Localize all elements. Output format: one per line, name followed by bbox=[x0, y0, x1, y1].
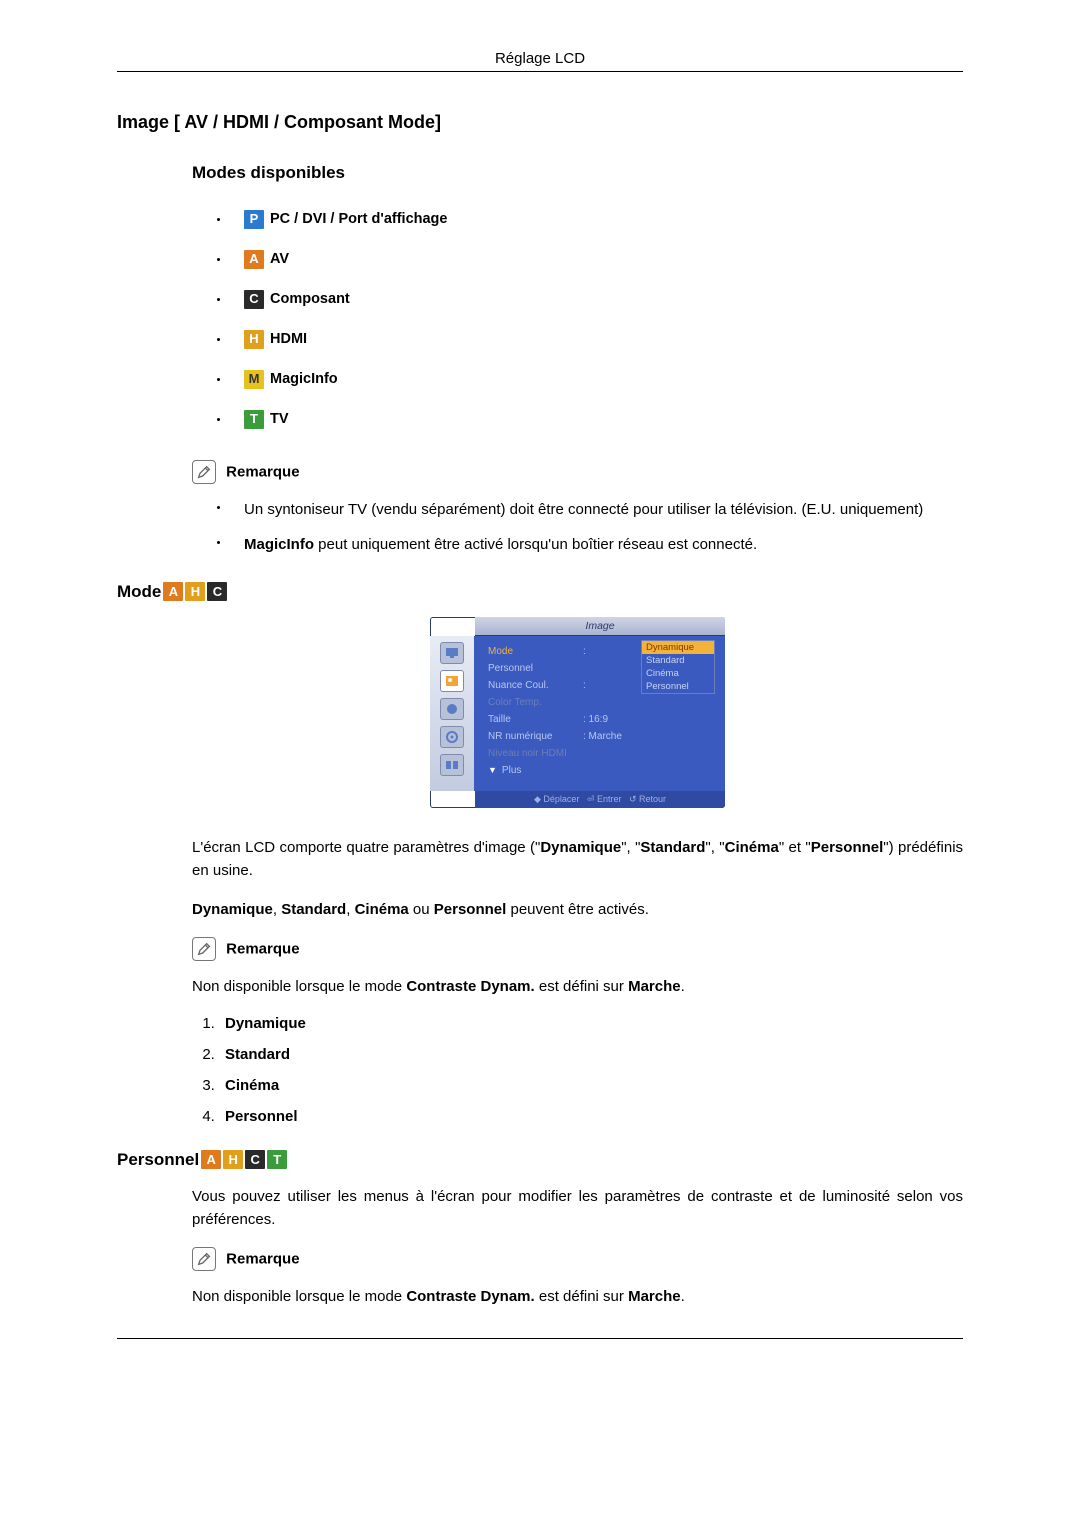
t-icon: T bbox=[267, 1150, 287, 1169]
osd-opt-cinema: Cinéma bbox=[642, 667, 714, 680]
h-icon: H bbox=[185, 582, 205, 601]
mode-magicinfo: M MagicInfo bbox=[217, 368, 963, 390]
osd-sideicon-setup bbox=[440, 726, 464, 748]
mode-composant-label: Composant bbox=[270, 288, 350, 310]
osd-opt-dynamique: Dynamique bbox=[642, 641, 714, 654]
osd-opt-standard: Standard bbox=[642, 654, 714, 667]
t-icon: T bbox=[244, 410, 264, 429]
page-header: Réglage LCD bbox=[117, 50, 963, 67]
mode-av-label: AV bbox=[270, 248, 289, 270]
osd-sideicon-image bbox=[440, 670, 464, 692]
c-icon: C bbox=[207, 582, 227, 601]
osd-row-hdmi: Niveau noir HDMI bbox=[474, 745, 725, 762]
mode-tv: T TV bbox=[217, 408, 963, 430]
osd-title: Image bbox=[475, 617, 725, 636]
bottom-divider bbox=[117, 1338, 963, 1339]
osd-sideicon-input bbox=[440, 642, 464, 664]
a-icon: A bbox=[163, 582, 183, 601]
mode-heading: Mode A H C bbox=[117, 582, 963, 602]
osd-opt-personnel: Personnel bbox=[642, 680, 714, 693]
osd-row-plus: ▼Plus bbox=[474, 762, 725, 779]
osd-sidebar bbox=[430, 636, 474, 791]
mode-para-2: Dynamique, Standard, Cinéma ou Personnel… bbox=[192, 898, 963, 921]
top-divider bbox=[117, 71, 963, 72]
note-icon bbox=[192, 1247, 216, 1271]
h-icon: H bbox=[244, 330, 264, 349]
h-icon: H bbox=[223, 1150, 243, 1169]
remark-magicinfo: MagicInfo peut uniquement être activé lo… bbox=[217, 533, 963, 556]
osd-panel: Image Mode: Personnel Nuance Coul.: Colo… bbox=[430, 617, 725, 808]
remark-1-list: Un syntoniseur TV (vendu séparément) doi… bbox=[217, 498, 963, 557]
mode-magicinfo-label: MagicInfo bbox=[270, 368, 338, 390]
list-item-2: Standard bbox=[219, 1046, 963, 1063]
osd-footer: ◆ Déplacer ⏎ Entrer ↺ Retour bbox=[475, 791, 725, 808]
osd-sideicon-multi bbox=[440, 754, 464, 776]
remark-3-header: Remarque bbox=[192, 1247, 963, 1271]
m-icon: M bbox=[244, 370, 264, 389]
remark-1-header: Remarque bbox=[192, 460, 963, 484]
a-icon: A bbox=[244, 250, 264, 269]
image-section-title: Image [ AV / HDMI / Composant Mode] bbox=[117, 112, 963, 133]
note-icon bbox=[192, 460, 216, 484]
osd-container: Image Mode: Personnel Nuance Coul.: Colo… bbox=[192, 617, 963, 808]
document-page: Réglage LCD Image [ AV / HDMI / Composan… bbox=[0, 0, 1080, 1399]
mode-para-1: L'écran LCD comporte quatre paramètres d… bbox=[192, 836, 963, 883]
personnel-para: Vous pouvez utiliser les menus à l'écran… bbox=[192, 1185, 963, 1232]
p-icon: P bbox=[244, 210, 264, 229]
osd-row-colortemp: Color Temp. bbox=[474, 694, 725, 711]
list-item-4: Personnel bbox=[219, 1108, 963, 1125]
mode-hdmi: H HDMI bbox=[217, 328, 963, 350]
remark-tv: Un syntoniseur TV (vendu séparément) doi… bbox=[217, 498, 963, 521]
modes-subtitle: Modes disponibles bbox=[192, 163, 963, 183]
personnel-block: Vous pouvez utiliser les menus à l'écran… bbox=[192, 1185, 963, 1309]
mode-hdmi-label: HDMI bbox=[270, 328, 307, 350]
chevron-down-icon: ▼ bbox=[488, 765, 497, 775]
mode-numbered-list: Dynamique Standard Cinéma Personnel bbox=[199, 1015, 963, 1125]
personnel-note-para: Non disponible lorsque le mode Contraste… bbox=[192, 1285, 963, 1308]
note-icon bbox=[192, 937, 216, 961]
mode-av: A AV bbox=[217, 248, 963, 270]
osd-body: Mode: Personnel Nuance Coul.: Color Temp… bbox=[430, 636, 725, 791]
osd-options: Dynamique Standard Cinéma Personnel bbox=[641, 640, 715, 694]
c-icon: C bbox=[245, 1150, 265, 1169]
modes-block: Modes disponibles P PC / DVI / Port d'af… bbox=[192, 163, 963, 557]
c-icon: C bbox=[244, 290, 264, 309]
mode-tv-label: TV bbox=[270, 408, 289, 430]
list-item-3: Cinéma bbox=[219, 1077, 963, 1094]
personnel-heading: Personnel A H C T bbox=[117, 1150, 963, 1170]
mode-block: Image Mode: Personnel Nuance Coul.: Colo… bbox=[192, 617, 963, 1125]
remark-label: Remarque bbox=[226, 464, 299, 481]
remark-label: Remarque bbox=[226, 941, 299, 958]
remark-label: Remarque bbox=[226, 1251, 299, 1268]
mode-para-3: Non disponible lorsque le mode Contraste… bbox=[192, 975, 963, 998]
osd-sideicon-sound bbox=[440, 698, 464, 720]
osd-menu: Mode: Personnel Nuance Coul.: Color Temp… bbox=[474, 636, 725, 791]
osd-row-taille: Taille: 16:9 bbox=[474, 711, 725, 728]
osd-row-nr: NR numérique: Marche bbox=[474, 728, 725, 745]
list-item-1: Dynamique bbox=[219, 1015, 963, 1032]
mode-pc-label: PC / DVI / Port d'affichage bbox=[270, 208, 447, 230]
mode-pc: P PC / DVI / Port d'affichage bbox=[217, 208, 963, 230]
mode-composant: C Composant bbox=[217, 288, 963, 310]
a-icon: A bbox=[201, 1150, 221, 1169]
remark-2-header: Remarque bbox=[192, 937, 963, 961]
modes-list: P PC / DVI / Port d'affichage A AV C Com… bbox=[217, 208, 963, 430]
